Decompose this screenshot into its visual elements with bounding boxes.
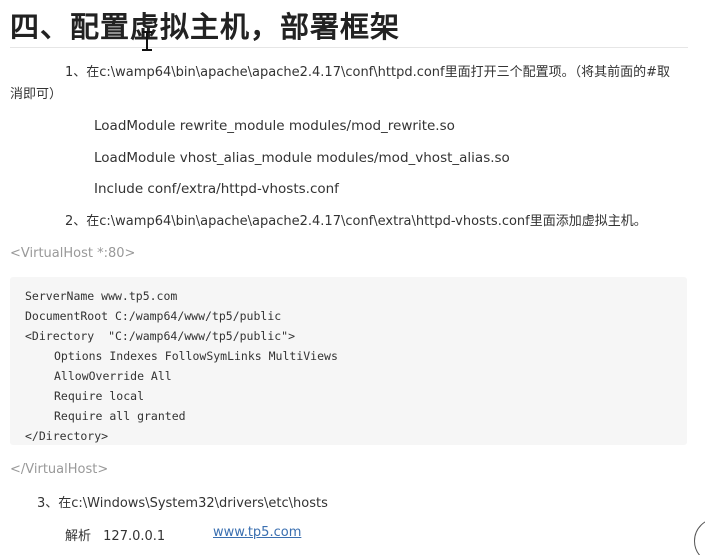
step-2-text: 2、在c:\wamp64\bin\apache\apache2.4.17\con… (65, 214, 647, 229)
virtualhost-close-tag: </VirtualHost> (10, 462, 109, 477)
directive-vhost-alias: LoadModule vhost_alias_module modules/mo… (94, 150, 510, 166)
hosts-domain-link[interactable]: www.tp5.com (213, 525, 301, 540)
directive-include: Include conf/extra/httpd-vhosts.conf (94, 181, 339, 197)
heading-divider (10, 47, 688, 48)
directive-rewrite: LoadModule rewrite_module modules/mod_re… (94, 118, 455, 134)
code-line-directory-close: </Directory> (25, 429, 109, 443)
document-page: 四、配置虚拟主机，部署框架 1、在c:\wamp64\bin\apache\ap… (0, 0, 705, 555)
scroll-top-button[interactable] (694, 518, 705, 555)
hosts-ip: 127.0.0.1 (103, 529, 166, 544)
code-block: ServerName www.tp5.com DocumentRoot C:/w… (10, 277, 687, 445)
virtualhost-open-tag: <VirtualHost *:80> (10, 246, 136, 261)
code-line-allowoverride: AllowOverride All (54, 369, 172, 383)
step-3-text: 3、在c:\Windows\System32\drivers\etc\hosts (37, 496, 328, 511)
code-line-options: Options Indexes FollowSymLinks MultiView… (54, 349, 338, 363)
code-line-require-local: Require local (54, 389, 145, 403)
hosts-label: 解析 (65, 529, 92, 544)
code-line-directory-open: <Directory "C:/wamp64/www/tp5/public"> (25, 329, 296, 343)
step-1-text: 1、在c:\wamp64\bin\apache\apache2.4.17\con… (10, 65, 671, 102)
hosts-entry: 解析 127.0.0.1 www.tp5.com (65, 525, 301, 544)
code-line-require-all: Require all granted (54, 409, 186, 423)
section-heading: 四、配置虚拟主机，部署框架 (10, 10, 401, 44)
code-line-servername: ServerName www.tp5.com (25, 289, 178, 303)
code-line-documentroot: DocumentRoot C:/wamp64/www/tp5/public (25, 309, 282, 323)
text-cursor-icon (141, 30, 153, 52)
